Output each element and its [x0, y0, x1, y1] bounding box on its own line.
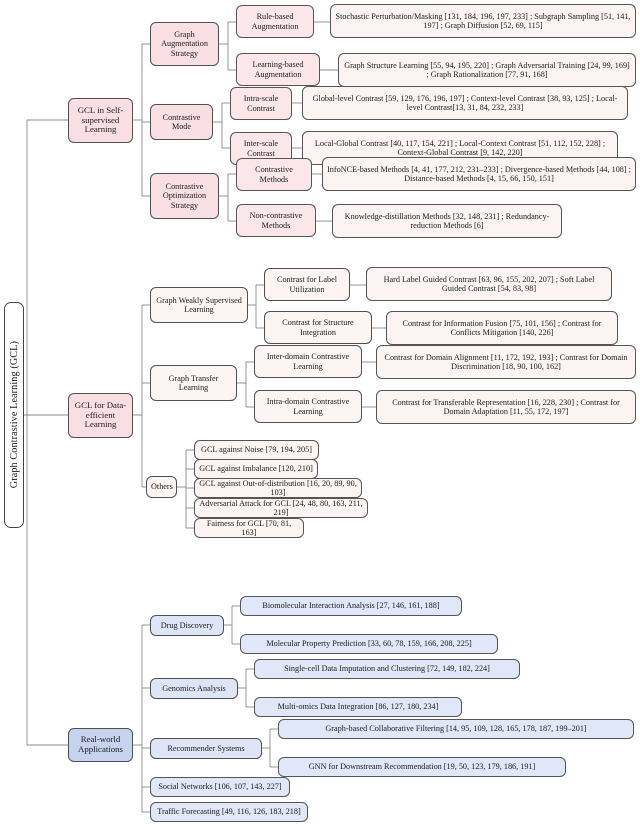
leaf-label: Contrast for Information Fusion [75, 101…	[402, 318, 602, 337]
subcategory-contrast-for-structure-integration[interactable]: Contrast for Structure Integration	[264, 311, 372, 344]
category-graph-augmentation-strategy[interactable]: Graph Augmentation Strategy	[150, 22, 219, 66]
leaf-box[interactable]: Traffic Forecasting [49, 116, 126, 183, …	[150, 802, 308, 822]
subcategory-label: Inter-scale Contrast	[243, 139, 279, 158]
leaf-label: Contrast for Transferable Representation…	[392, 397, 620, 416]
leaf-box[interactable]: Single-cell Data Imputation and Clusteri…	[254, 659, 520, 679]
leaf-box[interactable]: Social Networks [106, 107, 143, 227]	[150, 777, 290, 797]
category-label: Graph Weakly Supervised Learning	[156, 295, 242, 314]
subcategory-label: Contrast for Structure Integration	[282, 318, 354, 337]
leaf-label: Hard Label Guided Contrast [63, 96, 155,…	[383, 274, 595, 293]
category-genomics-analysis[interactable]: Genomics Analysis	[150, 678, 238, 699]
leaf-box[interactable]: Biomolecular Interaction Analysis [27, 1…	[240, 596, 462, 616]
leaf-label: GNN for Downstream Recommendation [19, 5…	[308, 762, 536, 772]
category-recommender-systems[interactable]: Recommender Systems	[150, 738, 262, 759]
subcategory-label: Contrast for Label Utilization	[276, 275, 338, 294]
leaf-label: Molecular Property Prediction [33, 60, 7…	[266, 639, 472, 649]
category-contrastive-optimization-strategy[interactable]: Contrastive Optimization Strategy	[150, 173, 219, 219]
leaf-box[interactable]: Hard Label Guided Contrast [63, 96, 155,…	[366, 267, 612, 301]
leaf-label: GCL against Imbalance [120, 210]	[199, 464, 313, 474]
subcategory-non-contrastive-methods[interactable]: Non-contrastive Methods	[236, 204, 316, 237]
category-label: Contrastive Optimization Strategy	[162, 182, 207, 210]
subcategory-label: Inter-domain Contrastive Learning	[266, 352, 350, 371]
category-label: Graph Augmentation Strategy	[161, 30, 208, 58]
leaf-box[interactable]: Contrast for Transferable Representation…	[376, 390, 636, 424]
leaf-box[interactable]: InfoNCE-based Methods [4, 41, 177, 212, …	[322, 157, 636, 191]
subcategory-rule-based-augmentation[interactable]: Rule-based Augmentation	[236, 5, 314, 38]
category-contrastive-mode[interactable]: Contrastive Mode	[150, 104, 213, 140]
leaf-label: Fairness for GCL [70, 81, 163]	[206, 518, 292, 537]
leaf-label: InfoNCE-based Methods [4, 41, 177, 212, …	[327, 164, 631, 183]
category-label: Recommender Systems	[167, 743, 245, 753]
subcategory-label: Learning-based Augmentation	[252, 60, 304, 79]
leaf-box[interactable]: Adversarial Attack for GCL [24, 48, 80, …	[194, 498, 368, 518]
leaf-box[interactable]: GNN for Downstream Recommendation [19, 5…	[278, 757, 566, 777]
leaf-label: Graph-based Collaborative Filtering [14,…	[325, 724, 587, 734]
subcategory-label: Intra-scale Contrast	[243, 94, 279, 113]
branch-label-applications: Real-world Applications	[78, 734, 123, 754]
leaf-box[interactable]: GCL against Noise [79, 194, 205]	[194, 440, 319, 460]
subcategory-contrastive-methods[interactable]: Contrastive Methods	[236, 158, 312, 191]
branch-node-ssl[interactable]: GCL in Self-supervised Learning	[68, 98, 133, 143]
subcategory-intra-domain-contrastive-learning[interactable]: Intra-domain Contrastive Learning	[254, 390, 362, 423]
category-others[interactable]: Others	[146, 476, 177, 498]
leaf-label: Graph Structure Learning [55, 94, 195, 2…	[344, 60, 630, 79]
leaf-box[interactable]: GCL against Out-of-distribution [16, 20,…	[194, 478, 362, 498]
category-label: Genomics Analysis	[162, 683, 226, 693]
category-drug-discovery[interactable]: Drug Discovery	[150, 615, 224, 636]
leaf-label: Multi-omics Data Integration [86, 127, 1…	[277, 702, 439, 712]
root-node[interactable]: Graph Contrastive Learning (GCL)	[4, 302, 24, 528]
leaf-label: Biomolecular Interaction Analysis [27, 1…	[262, 601, 440, 611]
branch-label-data-efficient: GCL for Data-efficient Learning	[74, 399, 127, 430]
leaf-box[interactable]: Molecular Property Prediction [33, 60, 7…	[240, 634, 498, 654]
leaf-box[interactable]: Multi-omics Data Integration [86, 127, 1…	[254, 697, 462, 717]
subcategory-inter-domain-contrastive-learning[interactable]: Inter-domain Contrastive Learning	[254, 345, 362, 378]
leaf-box[interactable]: Contrast for Information Fusion [75, 101…	[386, 311, 618, 345]
leaf-box[interactable]: Fairness for GCL [70, 81, 163]	[194, 518, 304, 538]
leaf-label: Global-level Contrast [59, 129, 176, 196…	[312, 93, 618, 112]
subcategory-contrast-for-label-utilization[interactable]: Contrast for Label Utilization	[264, 268, 350, 301]
leaf-box[interactable]: Graph Structure Learning [55, 94, 195, 2…	[338, 53, 636, 87]
category-label: Graph Transfer Learning	[168, 373, 219, 392]
subcategory-intra-scale-contrast[interactable]: Intra-scale Contrast	[230, 87, 292, 120]
leaf-label: Knowledge-distillation Methods [32, 148,…	[344, 211, 550, 230]
leaf-label: Traffic Forecasting [49, 116, 126, 183, …	[157, 807, 301, 817]
leaf-label: GCL against Out-of-distribution [16, 20,…	[199, 478, 357, 497]
subcategory-learning-based-augmentation[interactable]: Learning-based Augmentation	[236, 53, 320, 86]
leaf-label: Contrast for Domain Alignment [11, 172, …	[384, 352, 628, 371]
leaf-box[interactable]: GCL against Imbalance [120, 210]	[194, 459, 318, 479]
leaf-box[interactable]: Stochastic Perturbation/Masking [131, 18…	[330, 4, 636, 38]
category-label: Contrastive Mode	[162, 112, 201, 131]
branch-label-ssl: GCL in Self-supervised Learning	[77, 104, 124, 135]
subcategory-label: Contrastive Methods	[255, 165, 293, 184]
subcategory-label: Intra-domain Contrastive Learning	[266, 397, 350, 416]
leaf-box[interactable]: Graph-based Collaborative Filtering [14,…	[278, 719, 634, 739]
leaf-box[interactable]: Global-level Contrast [59, 129, 176, 196…	[302, 86, 628, 120]
leaf-label: Single-cell Data Imputation and Clusteri…	[284, 664, 490, 674]
category-graph-transfer-learning[interactable]: Graph Transfer Learning	[150, 365, 237, 401]
leaf-label: Social Networks [106, 107, 143, 227]	[158, 782, 282, 792]
subcategory-label: Rule-based Augmentation	[251, 12, 299, 31]
root-label: Graph Contrastive Learning (GCL)	[9, 341, 20, 489]
leaf-box[interactable]: Knowledge-distillation Methods [32, 148,…	[332, 204, 562, 238]
leaf-label: GCL against Noise [79, 194, 205]	[201, 445, 312, 455]
subcategory-label: Non-contrastive Methods	[249, 211, 303, 230]
leaf-label: Stochastic Perturbation/Masking [131, 18…	[335, 11, 631, 30]
category-label: Drug Discovery	[160, 620, 214, 630]
branch-node-real-world-applications[interactable]: Real-world Applications	[68, 728, 133, 762]
leaf-box[interactable]: Contrast for Domain Alignment [11, 172, …	[376, 345, 636, 379]
category-label: Others	[151, 482, 173, 492]
branch-node-data-efficient[interactable]: GCL for Data-efficient Learning	[68, 393, 133, 438]
category-graph-weakly-supervised-learning[interactable]: Graph Weakly Supervised Learning	[150, 287, 248, 323]
leaf-label: Local-Global Contrast [40, 117, 154, 221…	[314, 138, 606, 157]
leaf-label: Adversarial Attack for GCL [24, 48, 80, …	[199, 498, 363, 517]
taxonomy-diagram: Graph Contrastive Learning (GCL) GCL in …	[0, 0, 640, 830]
